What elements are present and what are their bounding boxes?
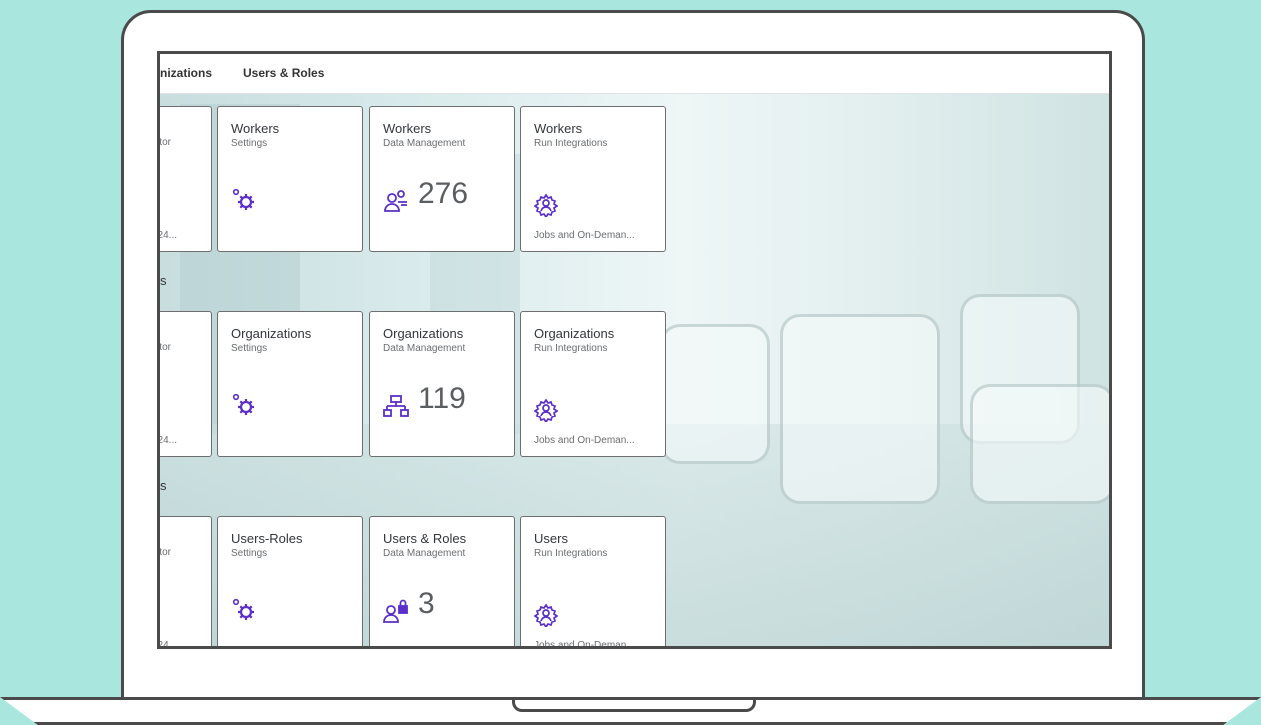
tile-organizations-settings[interactable]: Organizations Settings xyxy=(217,311,363,457)
tile-partial-users[interactable]: tor t 24... xyxy=(157,516,212,649)
tile-subtitle: Settings xyxy=(231,548,268,559)
tile-footer: t 24... xyxy=(157,435,177,446)
tile-users-run-integrations[interactable]: Users Run Integrations Jobs and On-Deman… xyxy=(520,516,666,649)
tile-workers-data-management[interactable]: Workers Data Management 276 xyxy=(369,106,515,252)
tile-title: Users-Roles xyxy=(231,531,303,546)
tile-title: Organizations xyxy=(231,326,312,341)
people-icon xyxy=(384,190,407,212)
tile-users-roles-data-management[interactable]: Users & Roles Data Management 3 xyxy=(369,516,515,646)
tile-subtitle: tor xyxy=(159,547,171,558)
tile-footer: Jobs and On-Deman... xyxy=(534,640,635,649)
tile-workers-run-integrations[interactable]: Workers Run Integrations Jobs and On-Dem… xyxy=(520,106,666,252)
integration-icon xyxy=(534,398,558,422)
gear-icon xyxy=(232,598,254,620)
tile-footer: Jobs and On-Deman... xyxy=(534,435,635,446)
group-label: s xyxy=(160,478,167,493)
tile-workers-settings[interactable]: Workers Settings xyxy=(217,106,363,252)
tile-title: Workers xyxy=(383,121,432,136)
tile-organizations-data-management[interactable]: Organizations Data Management 119 xyxy=(369,311,515,457)
tile-count: 119 xyxy=(418,382,466,415)
top-navigation: nizations Users & Roles xyxy=(160,54,1109,94)
tile-subtitle: Settings xyxy=(231,343,268,354)
tile-title: Organizations xyxy=(534,326,615,341)
tile-subtitle: Data Management xyxy=(383,138,466,149)
tile-subtitle: Run Integrations xyxy=(534,138,608,149)
tile-subtitle: tor xyxy=(159,137,171,148)
user-lock-icon xyxy=(383,599,408,623)
tile-partial-organizations[interactable]: tor t 24... xyxy=(157,311,212,457)
integration-icon xyxy=(534,603,558,627)
tile-title: Organizations xyxy=(383,326,464,341)
tile-title: Workers xyxy=(231,121,280,136)
tile-subtitle: Settings xyxy=(231,138,268,149)
tab-organizations[interactable]: nizations xyxy=(160,66,212,80)
tile-partial-workers[interactable]: tor t 24... xyxy=(157,106,212,252)
integration-icon xyxy=(534,193,558,217)
tile-footer: t 24... xyxy=(157,230,177,241)
tile-subtitle: Data Management xyxy=(383,548,466,559)
gear-icon xyxy=(232,188,254,210)
tile-subtitle: Run Integrations xyxy=(534,343,608,354)
tile-subtitle: Data Management xyxy=(383,343,466,354)
tile-organizations-run-integrations[interactable]: Organizations Run Integrations Jobs and … xyxy=(520,311,666,457)
gear-icon xyxy=(232,393,254,415)
tile-title: Users & Roles xyxy=(383,531,467,546)
tile-subtitle: tor xyxy=(159,342,171,353)
tile-users-roles-settings[interactable]: Users-Roles Settings xyxy=(217,516,363,646)
org-chart-icon xyxy=(383,395,409,417)
tile-subtitle: Run Integrations xyxy=(534,548,608,559)
tile-count: 276 xyxy=(418,177,469,210)
screen: nizations Users & Roles tor t 24... Work… xyxy=(157,51,1112,649)
tile-footer: t 24... xyxy=(157,640,177,649)
laptop-notch xyxy=(512,700,756,712)
group-label: s xyxy=(160,273,167,288)
tile-count: 3 xyxy=(418,587,435,620)
tile-footer: Jobs and On-Deman... xyxy=(534,230,635,241)
tab-users-roles[interactable]: Users & Roles xyxy=(243,66,324,80)
tile-title: Users xyxy=(534,531,568,546)
tile-title: Workers xyxy=(534,121,583,136)
